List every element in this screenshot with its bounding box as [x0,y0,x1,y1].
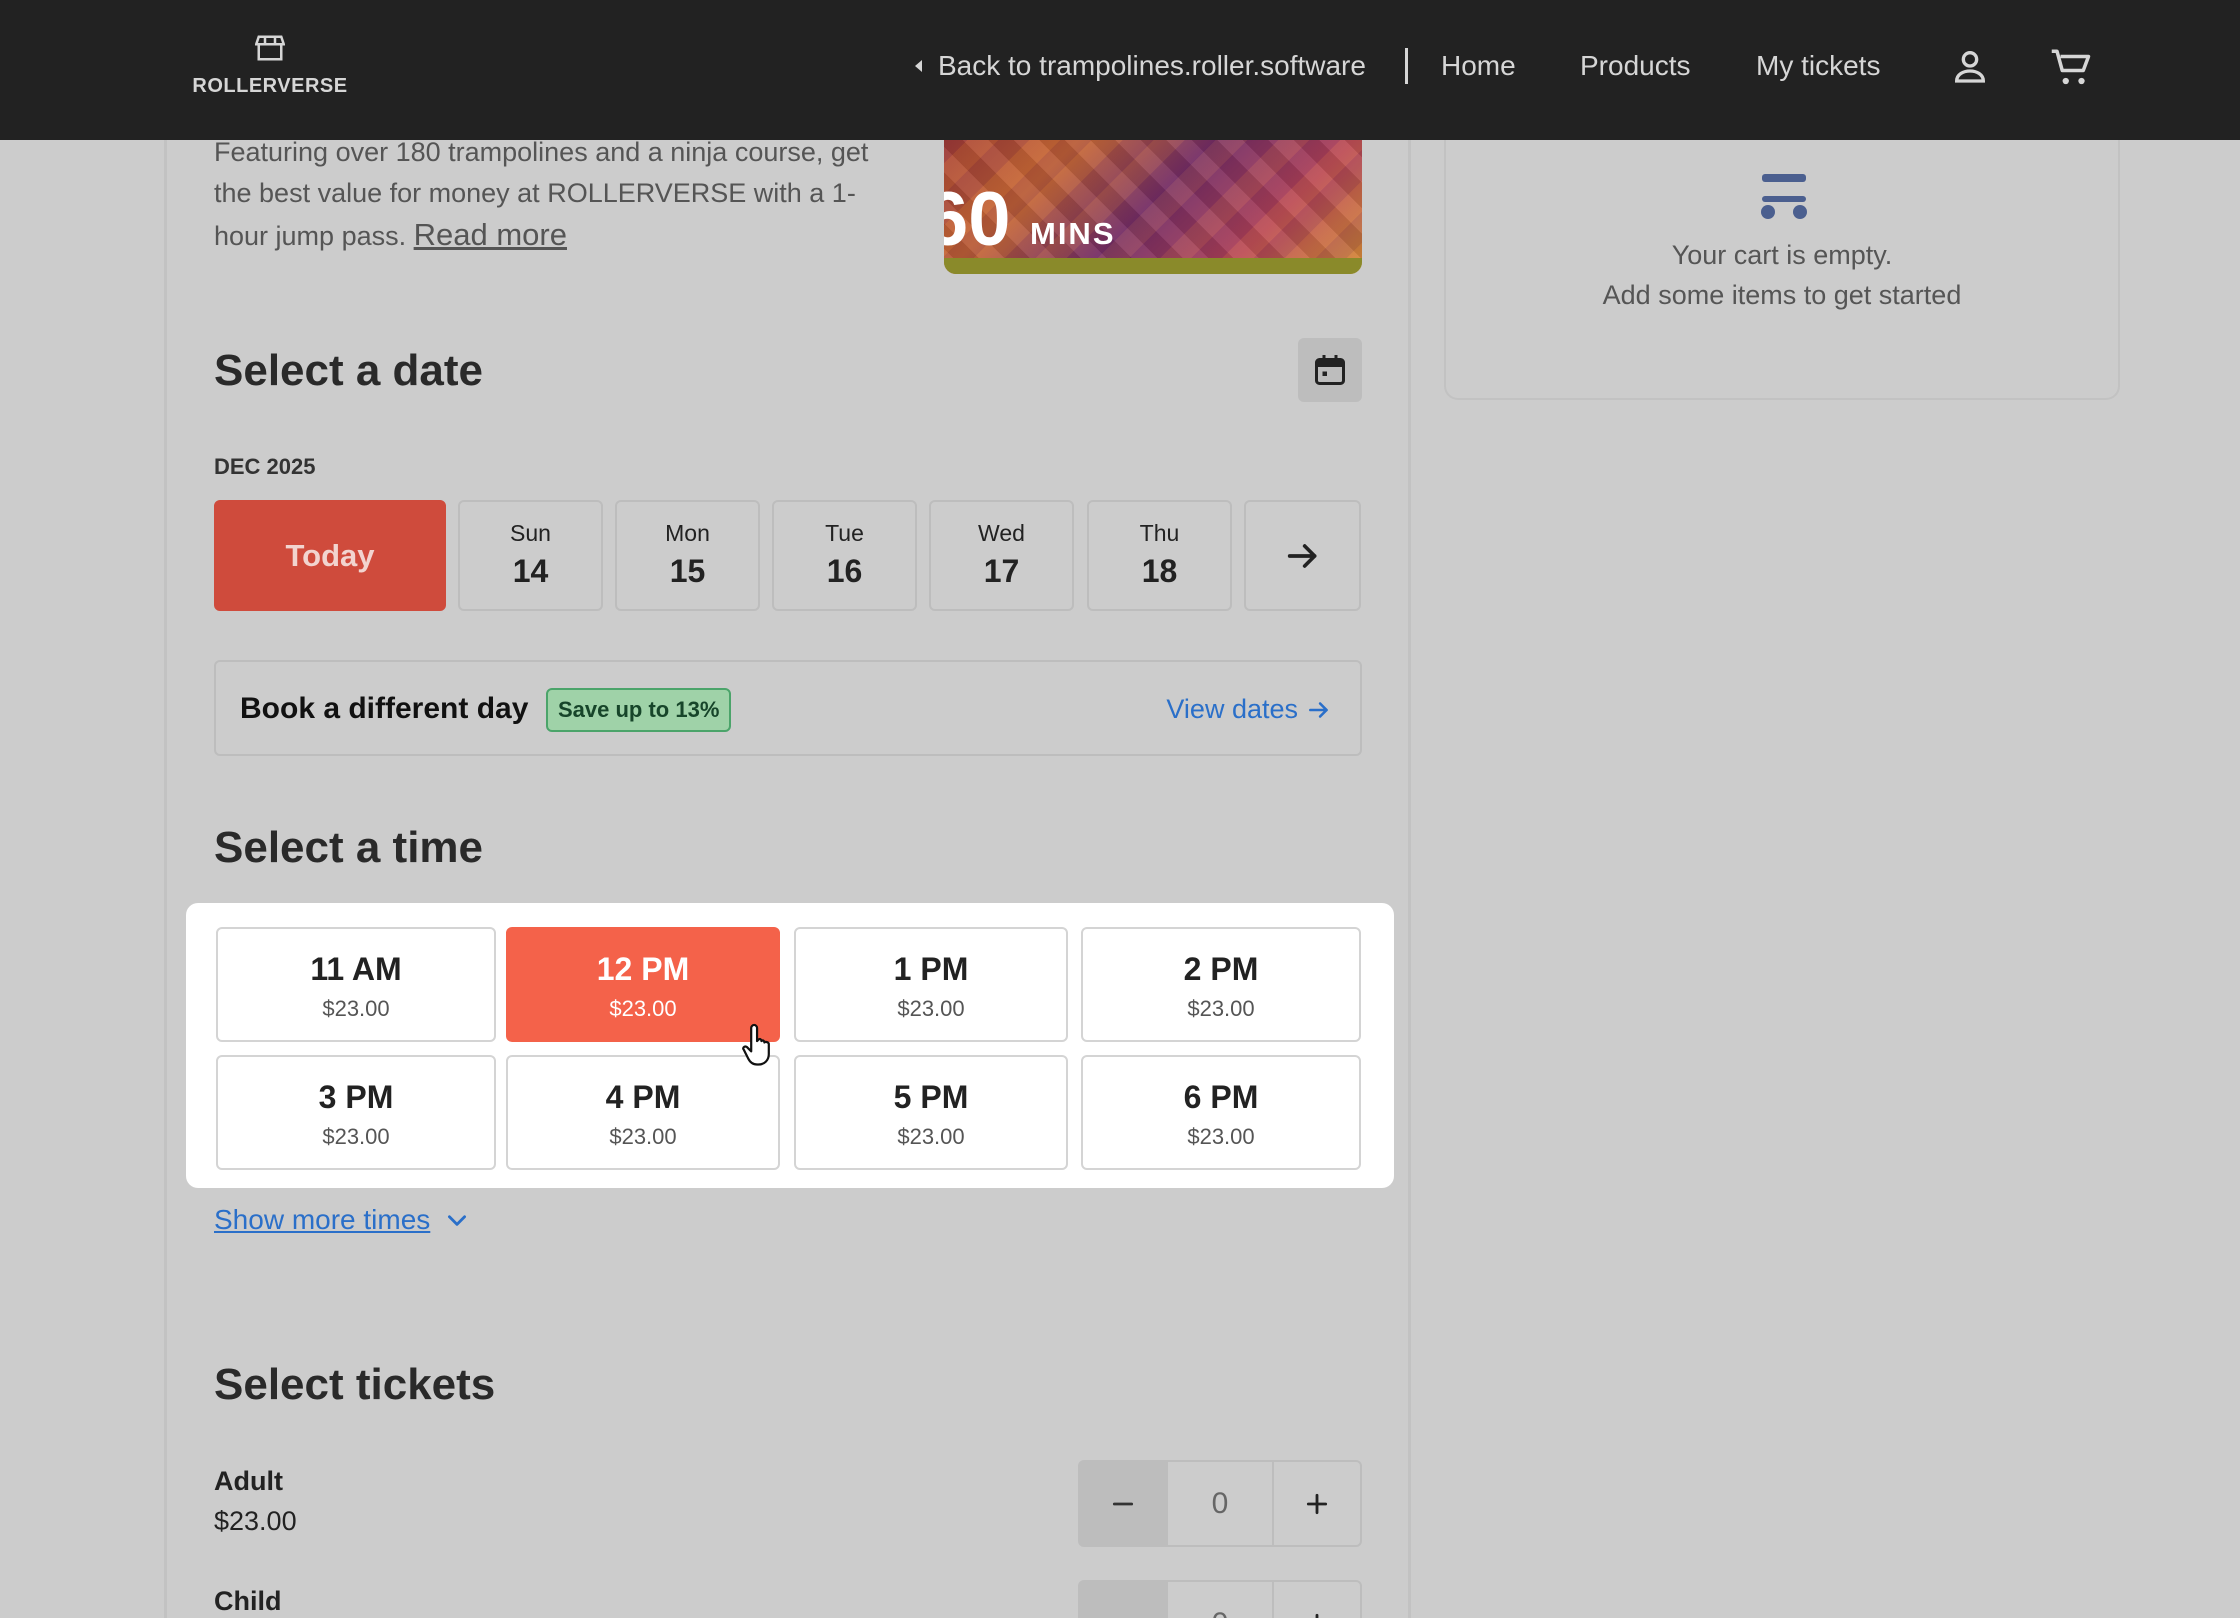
time-slot-6pm[interactable]: 6 PM $23.00 [1081,1055,1361,1170]
slot-price: $23.00 [1187,1124,1255,1149]
top-navigation-bar: ROLLERVERSE Back to trampolines.roller.s… [0,0,2240,140]
different-day-label: Book a different day [240,692,529,725]
image-duration-number: 60 [944,177,1011,262]
plus-icon [1306,1493,1328,1514]
empty-cart-icon [1761,174,1807,219]
time-slot-3pm[interactable]: 3 PM $23.00 [216,1055,496,1170]
day-name: Mon [665,520,710,546]
arrow-right-icon [1309,701,1328,718]
savings-badge: Save up to 13% [546,688,732,732]
slot-time: 11 AM [310,951,402,987]
nav-my-tickets[interactable]: My tickets [1756,50,1880,82]
back-arrow-icon [915,60,922,72]
day-tue-16[interactable]: Tue 16 [772,500,917,611]
show-more-times-link[interactable]: Show more times [214,1204,470,1236]
brand-name: ROLLERVERSE [192,75,348,97]
time-slot-4pm[interactable]: 4 PM $23.00 [506,1055,780,1170]
slot-price: $23.00 [609,1124,677,1149]
calendar-button[interactable] [1298,338,1362,402]
nav-home[interactable]: Home [1441,50,1516,82]
slot-price: $23.00 [1187,996,1255,1021]
slot-price: $23.00 [322,996,390,1021]
day-thu-18[interactable]: Thu 18 [1087,500,1232,611]
arrow-right-icon [1287,543,1316,568]
account-icon[interactable] [1950,46,1990,86]
day-name: Thu [1139,520,1180,546]
book-different-day-banner: Book a different day Save up to 13% View… [214,660,1362,756]
show-more-label: Show more times [214,1204,431,1235]
cart-empty-message: Your cart is empty. [1671,240,1893,270]
time-slot-5pm[interactable]: 5 PM $23.00 [794,1055,1068,1170]
day-mon-15[interactable]: Mon 15 [615,500,760,611]
select-tickets-title: Select tickets [214,1360,496,1409]
day-name: Wed [978,520,1025,546]
next-days-button[interactable] [1244,500,1361,611]
view-dates-link[interactable]: View dates [1166,694,1332,725]
day-number: 16 [826,553,863,589]
slot-time: 2 PM [1183,951,1259,987]
decrease-button[interactable] [1080,1582,1166,1618]
store-icon [254,35,286,61]
back-link-label: Back to trampolines.roller.software [938,50,1366,81]
ticket-name-adult: Adult [214,1466,283,1496]
slot-time: 5 PM [893,1079,969,1115]
slot-time: 1 PM [893,951,969,987]
time-slot-panel: 11 AM $23.00 12 PM $23.00 1 PM $23.00 2 … [186,903,1394,1188]
select-date-title: Select a date [214,346,484,395]
time-slot-12pm[interactable]: 12 PM $23.00 [506,927,780,1042]
minus-icon [1112,1502,1134,1505]
increase-button[interactable] [1274,1582,1360,1618]
back-to-site-link[interactable]: Back to trampolines.roller.software [912,50,1366,82]
cart-empty-hint: Add some items to get started [1602,280,1962,310]
select-time-title: Select a time [214,823,484,872]
slot-price: $23.00 [897,996,965,1021]
day-name: Tue [825,520,864,546]
slot-price: $23.00 [897,1124,965,1149]
cart-icon[interactable] [2050,46,2092,88]
month-label: DEC 2025 [214,454,316,479]
day-number: 14 [512,553,549,589]
adult-quantity-stepper: 0 [1078,1460,1362,1547]
time-slot-11am[interactable]: 11 AM $23.00 [216,927,496,1042]
ticket-name-child: Child [214,1586,282,1616]
read-more-link[interactable]: Read more [414,217,567,252]
day-number: 15 [669,553,706,589]
nav-products[interactable]: Products [1580,50,1691,82]
slot-price: $23.00 [322,1124,390,1149]
day-today[interactable]: Today [214,500,446,611]
hand-cursor-icon [742,1023,770,1066]
day-name: Sun [510,520,551,546]
nav-divider [1405,48,1408,84]
decrease-button[interactable] [1080,1462,1166,1545]
brand-logo[interactable]: ROLLERVERSE [190,34,350,98]
time-slot-1pm[interactable]: 1 PM $23.00 [794,927,1068,1042]
today-label: Today [285,537,375,573]
calendar-icon [1315,355,1345,385]
day-sun-14[interactable]: Sun 14 [458,500,603,611]
chevron-down-icon [448,1215,467,1226]
time-slot-2pm[interactable]: 2 PM $23.00 [1081,927,1361,1042]
product-image: 60 MINS [944,134,1362,274]
day-number: 17 [983,553,1020,589]
slot-time: 4 PM [605,1079,681,1115]
plus-icon [1315,1613,1319,1618]
product-description: Featuring over 180 trampolines and a nin… [214,132,904,257]
quantity-value[interactable]: 0 [1166,1462,1274,1545]
slot-time: 3 PM [318,1079,394,1115]
child-quantity-stepper: 0 [1078,1580,1362,1618]
day-wed-17[interactable]: Wed 17 [929,500,1074,611]
image-duration-unit: MINS [1030,216,1116,251]
increase-button[interactable] [1274,1462,1360,1545]
slot-time: 12 PM [596,951,690,987]
slot-price: $23.00 [609,996,677,1021]
day-number: 18 [1141,553,1178,589]
quantity-value[interactable]: 0 [1166,1582,1274,1618]
view-dates-label: View dates [1166,694,1298,724]
ticket-price-adult: $23.00 [214,1506,297,1536]
minus-icon [1110,1611,1136,1618]
slot-time: 6 PM [1183,1079,1259,1115]
